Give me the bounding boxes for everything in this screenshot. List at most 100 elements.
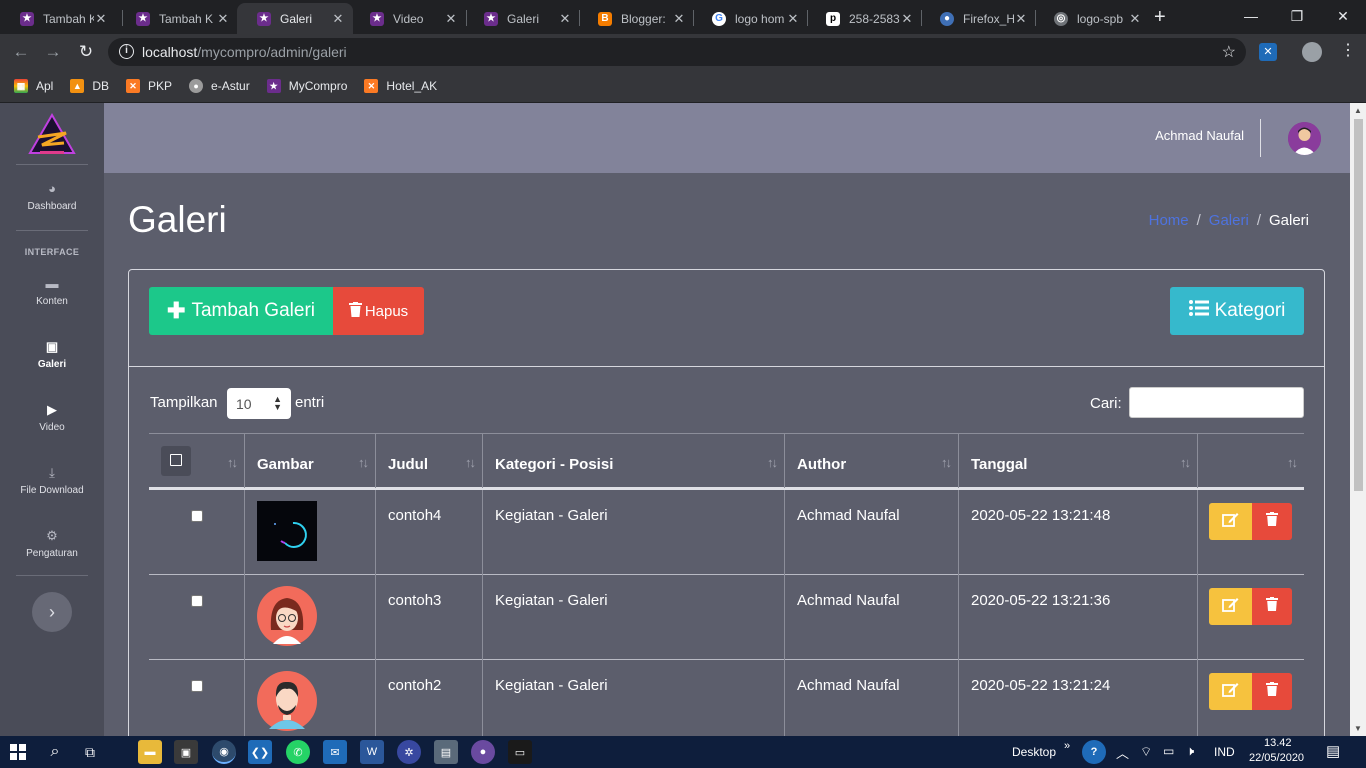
browser-tab[interactable]: ★ Video ✕ [350, 3, 466, 34]
row-checkbox[interactable] [191, 510, 203, 522]
brand-logo[interactable] [28, 113, 76, 157]
scroll-up-icon[interactable]: ▲ [1354, 106, 1362, 115]
sidebar-item-dashboard[interactable]: ◕ Dashboard [0, 181, 104, 212]
language-indicator[interactable]: IND [1214, 745, 1235, 759]
delete-selected-button[interactable]: Hapus [333, 287, 424, 335]
close-tab-icon[interactable]: ✕ [558, 11, 572, 27]
sidebar-item-file-download[interactable]: ⤓ File Download [0, 465, 104, 496]
chrome-icon[interactable]: ◉ [212, 740, 236, 764]
bookmark-apps[interactable]: ▦ Apl [14, 79, 53, 93]
bookmark-mycompro[interactable]: ★ MyCompro [266, 79, 347, 93]
sidebar-toggle-button[interactable]: › [32, 592, 72, 632]
forward-icon[interactable]: → [41, 40, 65, 64]
bookmark-star-icon[interactable]: ☆ [1222, 42, 1236, 62]
sidebar-item-pengaturan[interactable]: ⚙ Pengaturan [0, 528, 104, 559]
whatsapp-icon[interactable]: ✆ [286, 740, 310, 764]
store-icon[interactable]: ▣ [174, 740, 198, 764]
bookmark-db[interactable]: ▲ DB [70, 79, 109, 93]
maximize-icon[interactable]: ❐ [1274, 0, 1320, 32]
browser-tab[interactable]: ● Firefox_H ✕ [920, 3, 1036, 34]
close-tab-icon[interactable]: ✕ [1014, 11, 1028, 27]
file-explorer-icon[interactable]: ▬ [138, 740, 162, 764]
search-icon[interactable]: ⌕ [43, 740, 67, 764]
app-icon[interactable]: ✲ [397, 740, 421, 764]
volume-icon[interactable]: 🕨 [1186, 743, 1194, 759]
address-bar[interactable]: i localhost/mycompro/admin/galeri ☆ [108, 38, 1246, 66]
terminal-icon[interactable]: ▭ [508, 740, 532, 764]
bookmark-hotel-ak[interactable]: ✕ Hotel_AK [364, 79, 437, 93]
bookmark-pkp[interactable]: ✕ PKP [126, 79, 172, 93]
breadcrumb-home[interactable]: Home [1149, 212, 1189, 229]
browser-tab[interactable]: p 258-2583 ✕ [806, 3, 922, 34]
github-desktop-icon[interactable]: ● [471, 740, 495, 764]
show-hidden-icons[interactable]: ︿ [1116, 743, 1129, 762]
edit-button[interactable] [1209, 588, 1252, 625]
profile-avatar[interactable] [1302, 42, 1322, 62]
column-gambar[interactable]: Gambar ↑↓ [244, 434, 375, 488]
close-tab-icon[interactable]: ✕ [216, 11, 230, 27]
edit-button[interactable] [1209, 503, 1252, 540]
edit-button[interactable] [1209, 673, 1252, 710]
bookmark-e-astur[interactable]: ● e-Astur [189, 79, 250, 93]
column-judul[interactable]: Judul ↑↓ [375, 434, 482, 488]
browser-tab[interactable]: ★ Galeri ✕ [464, 3, 580, 34]
delete-button[interactable] [1252, 673, 1292, 710]
kategori-button[interactable]: Kategori [1170, 287, 1304, 335]
sidebar-item-video[interactable]: ▶ Video [0, 402, 104, 433]
delete-button[interactable] [1252, 588, 1292, 625]
clock-time[interactable]: 13.42 [1264, 737, 1292, 749]
search-input[interactable] [1129, 387, 1304, 418]
browser-tab[interactable]: B Blogger: ✕ [578, 3, 694, 34]
chevron-icon[interactable]: » [1064, 740, 1070, 752]
breadcrumb-galeri[interactable]: Galeri [1209, 212, 1249, 229]
browser-tab[interactable]: ★ Tambah K ✕ [0, 3, 116, 34]
column-kategori[interactable]: Kategori - Posisi ↑↓ [482, 434, 784, 488]
close-tab-icon[interactable]: ✕ [331, 11, 345, 27]
close-window-icon[interactable]: ✕ [1320, 0, 1366, 32]
close-tab-icon[interactable]: ✕ [94, 11, 108, 27]
column-tanggal[interactable]: Tanggal ↑↓ [958, 434, 1197, 488]
notifications-icon[interactable]: ▤ [1326, 742, 1340, 760]
task-view-icon[interactable]: ⧉ [78, 740, 102, 764]
sidebar-item-galeri[interactable]: ▣ Galeri [0, 339, 104, 370]
extension-icon[interactable]: ✕ [1259, 43, 1277, 61]
row-checkbox[interactable] [191, 680, 203, 692]
browser-tab[interactable]: G logo hom ✕ [692, 3, 808, 34]
close-tab-icon[interactable]: ✕ [1128, 11, 1142, 27]
browser-tab-active[interactable]: ★ Galeri ✕ [237, 3, 353, 34]
page-scrollbar[interactable]: ▲ ▼ [1350, 103, 1366, 736]
close-tab-icon[interactable]: ✕ [444, 11, 458, 27]
mail-icon[interactable]: ✉ [323, 740, 347, 764]
reload-icon[interactable]: ↻ [74, 40, 98, 64]
user-name[interactable]: Achmad Naufal [1155, 128, 1244, 143]
column-actions[interactable]: ↑↓ [1197, 434, 1304, 488]
vscode-icon[interactable]: ❮❯ [248, 740, 272, 764]
word-icon[interactable]: W [360, 740, 384, 764]
select-all-checkbox[interactable] [161, 446, 191, 476]
spinner-thumbnail[interactable] [257, 501, 317, 561]
new-tab-button[interactable]: + [1154, 6, 1166, 29]
man-avatar-thumbnail[interactable] [257, 671, 317, 731]
close-tab-icon[interactable]: ✕ [672, 11, 686, 27]
woman-avatar-thumbnail[interactable] [257, 586, 317, 646]
browser-tab[interactable]: ★ Tambah K ✕ [116, 3, 238, 34]
info-icon[interactable]: i [119, 44, 134, 59]
scroll-down-icon[interactable]: ▼ [1354, 724, 1362, 733]
add-galeri-button[interactable]: ✚ Tambah Galeri [149, 287, 333, 335]
delete-button[interactable] [1252, 503, 1292, 540]
notepad-icon[interactable]: ▤ [434, 740, 458, 764]
minimize-icon[interactable]: — [1228, 0, 1274, 32]
windows-start-icon[interactable] [6, 740, 30, 764]
page-size-select[interactable]: 10 ▲ ▼ [227, 388, 291, 419]
scrollbar-thumb[interactable] [1354, 119, 1363, 491]
clock-date[interactable]: 22/05/2020 [1249, 752, 1304, 764]
menu-icon[interactable]: ⋮ [1340, 40, 1356, 60]
browser-tab[interactable]: ◎ logo-spb ✕ [1034, 3, 1150, 34]
column-author[interactable]: Author ↑↓ [784, 434, 958, 488]
close-tab-icon[interactable]: ✕ [900, 11, 914, 27]
row-checkbox[interactable] [191, 595, 203, 607]
back-icon[interactable]: ← [9, 40, 33, 64]
desktop-label[interactable]: Desktop [1012, 745, 1056, 759]
close-tab-icon[interactable]: ✕ [786, 11, 800, 27]
select-all-column[interactable]: ↑↓ [149, 434, 244, 488]
